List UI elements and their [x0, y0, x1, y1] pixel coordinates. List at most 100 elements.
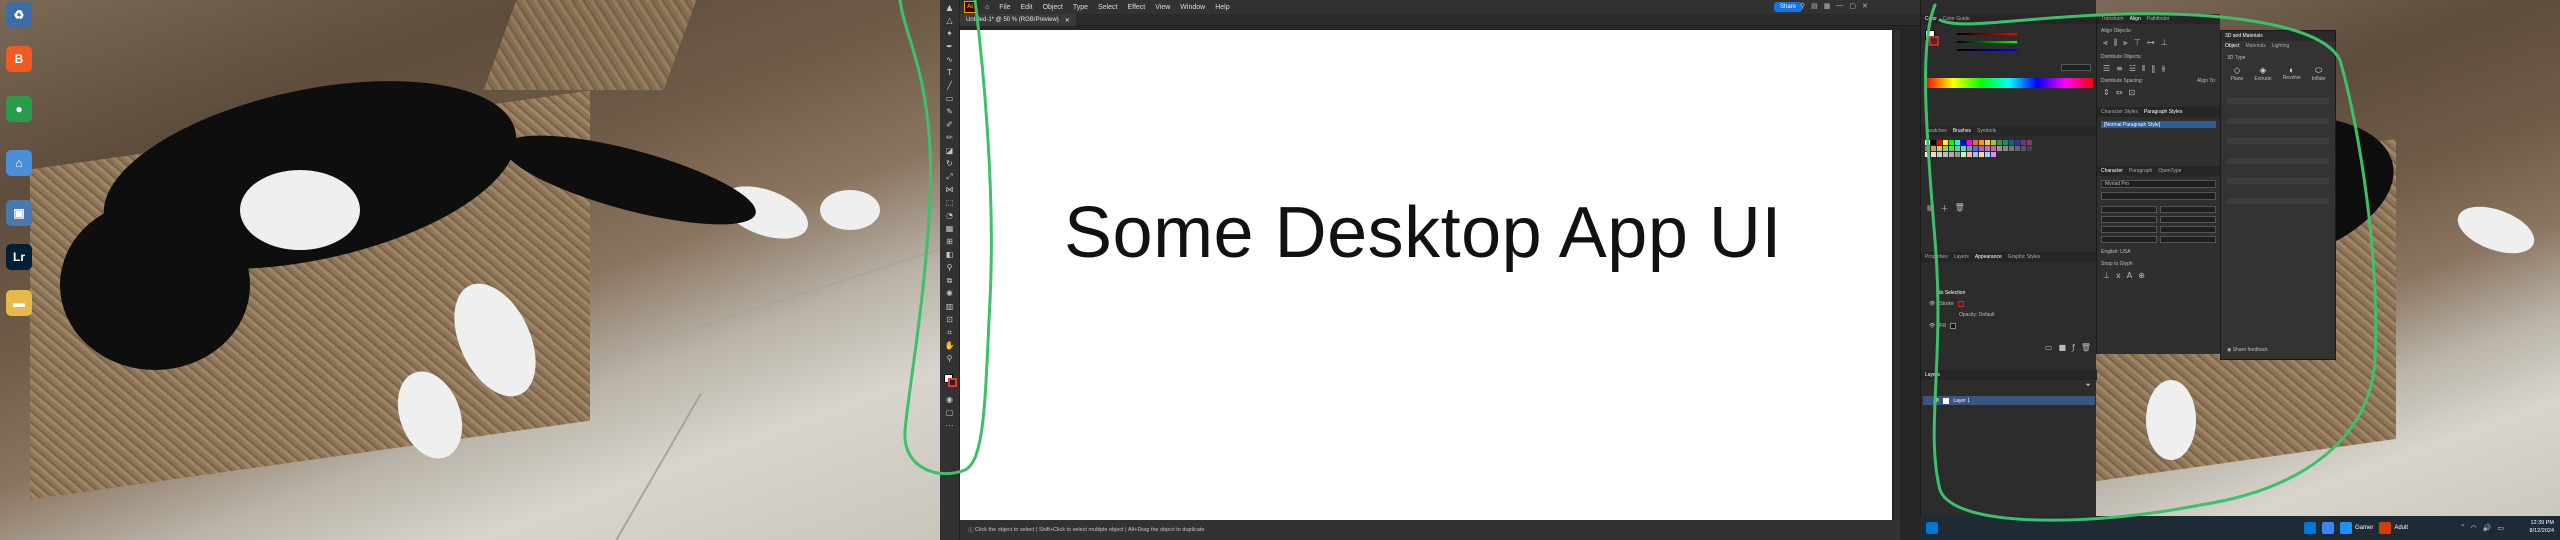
- swatch[interactable]: [2003, 146, 2008, 151]
- gradient-icon[interactable]: ◧: [943, 249, 957, 260]
- swatch[interactable]: [1979, 146, 1984, 151]
- desktop-icon[interactable]: ●: [6, 96, 32, 122]
- swatch[interactable]: [1949, 140, 1954, 145]
- tab-appearance[interactable]: Appearance: [1975, 254, 2002, 260]
- artboard-text[interactable]: Some Desktop App UI: [1064, 192, 1782, 274]
- layer-name[interactable]: Layer 1: [1953, 398, 1970, 404]
- snap-glyph-icon[interactable]: A: [2127, 271, 2132, 280]
- dist-hcenter-icon[interactable]: ‖: [2151, 64, 2155, 74]
- eye-icon[interactable]: 👁: [1933, 398, 1939, 404]
- 3d-inflate-button[interactable]: ⬭ Inflate: [2312, 65, 2326, 82]
- eraser-icon[interactable]: ◪: [943, 145, 957, 156]
- artboard-tool-icon[interactable]: ⊡: [943, 314, 957, 325]
- swatch[interactable]: [1961, 146, 1966, 151]
- swatch[interactable]: [1985, 152, 1990, 157]
- desktop-icon[interactable]: ♻: [6, 2, 32, 28]
- swatch[interactable]: [1973, 146, 1978, 151]
- hand-tool-icon[interactable]: ✋: [943, 340, 957, 351]
- desktop-icon[interactable]: B: [6, 46, 32, 72]
- stroke-swatch[interactable]: [947, 378, 957, 387]
- hex-field[interactable]: [2061, 64, 2091, 71]
- arrange-icon[interactable]: ▤: [1811, 2, 1818, 10]
- eye-icon[interactable]: 👁: [1929, 323, 1935, 329]
- swatch[interactable]: [1967, 152, 1972, 157]
- swatch[interactable]: [1997, 140, 2002, 145]
- tab-color-guide[interactable]: Color Guide: [1943, 16, 1970, 22]
- swatch[interactable]: [1991, 152, 1996, 157]
- align-vcenter-icon[interactable]: ⊶: [2147, 38, 2155, 48]
- chevron-up-icon[interactable]: ˄: [2461, 524, 2465, 532]
- swatch[interactable]: [2003, 140, 2008, 145]
- swatch[interactable]: [1943, 140, 1948, 145]
- shape-builder-icon[interactable]: ◔: [943, 210, 957, 221]
- align-top-icon[interactable]: ⊤: [2134, 38, 2141, 48]
- wifi-icon[interactable]: ◠: [2471, 524, 2477, 532]
- workspace-icon[interactable]: ▦: [1824, 2, 1831, 10]
- blend-tool-icon[interactable]: ⧉: [943, 275, 957, 286]
- draw-mode-icon[interactable]: ◉: [943, 394, 957, 405]
- menu-object[interactable]: Object: [1038, 4, 1068, 11]
- artboard[interactable]: Some Desktop App UI: [960, 30, 1892, 520]
- tab-align[interactable]: Align: [2130, 16, 2141, 22]
- swatch[interactable]: [1949, 152, 1954, 157]
- space-v-icon[interactable]: ⇕: [2103, 88, 2110, 97]
- selection-tool-icon[interactable]: ▲: [943, 2, 957, 13]
- leading-field[interactable]: [2160, 206, 2216, 213]
- swatch[interactable]: [1931, 140, 1936, 145]
- 3d-extrude-button[interactable]: ◈ Extrude: [2254, 65, 2271, 82]
- dist-right-icon[interactable]: ⫵: [2161, 64, 2165, 74]
- rectangle-tool-icon[interactable]: ▭: [943, 93, 957, 104]
- maximize-icon[interactable]: ▢: [1849, 2, 1856, 10]
- perspective-grid-icon[interactable]: ▦: [943, 223, 957, 234]
- canvas-scrollbar-vertical[interactable]: [1894, 30, 1900, 520]
- rotate-icon[interactable]: ↻: [943, 158, 957, 169]
- start-icon[interactable]: [1926, 522, 1938, 534]
- filter-icon[interactable]: ⏷: [2085, 382, 2091, 390]
- tab-character[interactable]: Character: [2101, 168, 2123, 174]
- tab-paragraph[interactable]: Paragraph: [2129, 168, 2152, 174]
- desktop-icon[interactable]: ▣: [6, 200, 32, 226]
- dist-top-icon[interactable]: ☰: [2103, 64, 2110, 74]
- dist-left-icon[interactable]: ⫴: [2142, 64, 2145, 74]
- add-stroke-icon[interactable]: ▭: [2045, 343, 2053, 352]
- swatch[interactable]: [1979, 140, 1984, 145]
- add-fill-icon[interactable]: ■: [2058, 343, 2066, 352]
- hscale-field[interactable]: [2160, 226, 2216, 233]
- space-h-icon[interactable]: ⇔: [2116, 88, 2123, 97]
- curvature-tool-icon[interactable]: ∿: [943, 54, 957, 65]
- eyedropper-icon[interactable]: ⚲: [943, 262, 957, 273]
- width-tool-icon[interactable]: ⋈: [943, 184, 957, 195]
- delete-icon[interactable]: 🗑: [2081, 343, 2091, 352]
- swatch[interactable]: [1979, 152, 1984, 157]
- slice-tool-icon[interactable]: ⌗: [943, 327, 957, 338]
- swatch[interactable]: [2021, 140, 2026, 145]
- stroke-swatch-mini[interactable]: [1957, 301, 1964, 307]
- swatch[interactable]: [2009, 146, 2014, 151]
- swatch[interactable]: [1943, 146, 1948, 151]
- slider-blue[interactable]: [1941, 46, 2017, 54]
- swatch[interactable]: [1937, 152, 1942, 157]
- search-icon[interactable]: ⚲: [1800, 2, 1805, 10]
- swatch[interactable]: [1949, 146, 1954, 151]
- align-bottom-icon[interactable]: ⊥: [2161, 38, 2168, 48]
- document-tab[interactable]: Untitled-1* @ 50 % (RGB/Preview) ✕: [960, 14, 1076, 26]
- paintbrush-icon[interactable]: ✎: [943, 106, 957, 117]
- tab-graphic-styles[interactable]: Graphic Styles: [2008, 254, 2041, 260]
- taskbar-app[interactable]: Gamer: [2334, 522, 2373, 534]
- volume-icon[interactable]: 🔊: [2483, 524, 2492, 532]
- swatch[interactable]: [1925, 146, 1930, 151]
- tab-layers[interactable]: Layers: [1925, 372, 1940, 378]
- taskbar-app[interactable]: [2298, 522, 2316, 534]
- menu-select[interactable]: Select: [1093, 4, 1122, 11]
- dist-bottom-icon[interactable]: ☱: [2129, 64, 2136, 74]
- rotation-field[interactable]: [2160, 236, 2216, 243]
- slider-green[interactable]: [1941, 38, 2017, 46]
- pen-tool-icon[interactable]: ✒: [943, 41, 957, 52]
- language-select[interactable]: English: USA: [2097, 247, 2220, 257]
- tab-character-styles[interactable]: Character Styles: [2101, 109, 2138, 115]
- paragraph-style-item[interactable]: [Normal Paragraph Style]: [2101, 121, 2216, 128]
- pencil-icon[interactable]: ✏: [943, 132, 957, 143]
- fx-icon[interactable]: ƒ: [2072, 343, 2075, 352]
- snap-xheight-icon[interactable]: x: [2116, 271, 2121, 280]
- screen-mode-icon[interactable]: ▢: [943, 407, 957, 418]
